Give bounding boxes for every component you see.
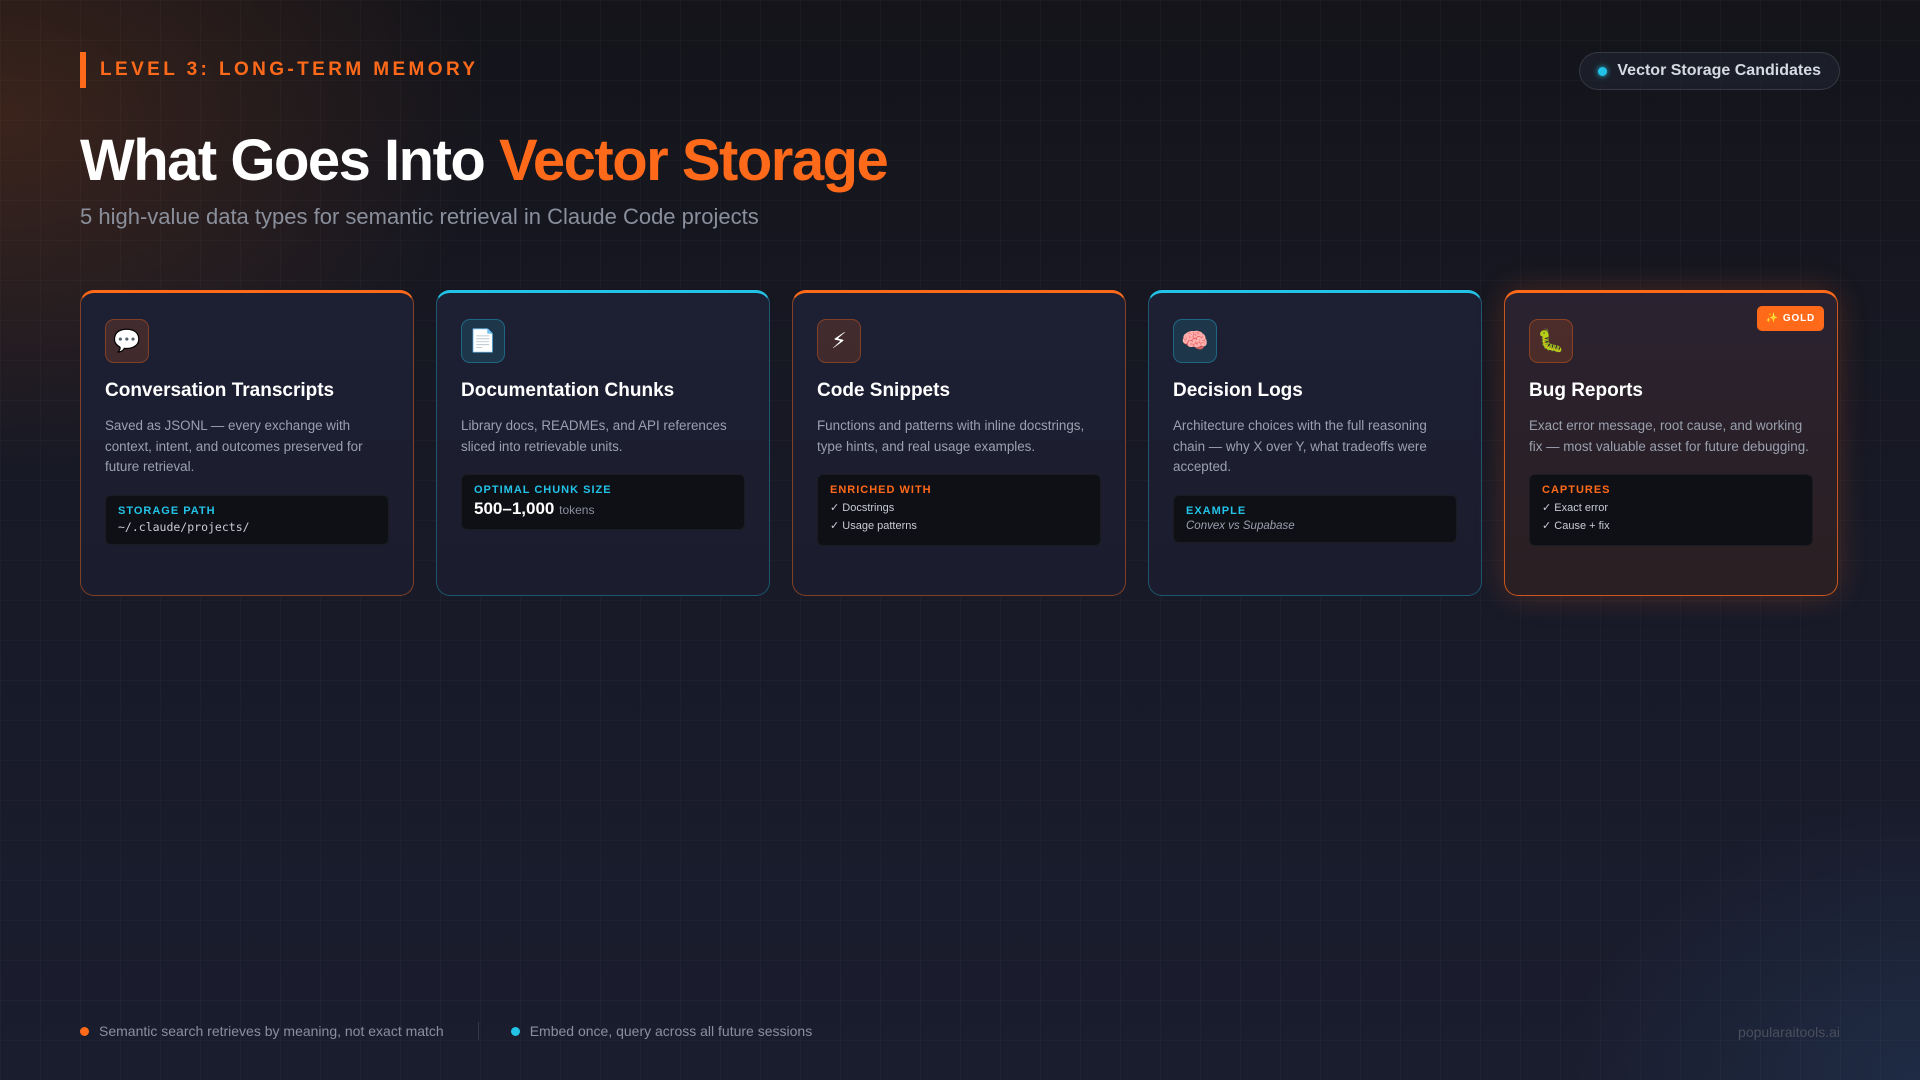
- info-label: STORAGE PATH: [118, 504, 216, 517]
- info-box: STORAGE PATH ~/.claude/projects/: [105, 494, 389, 545]
- page-subtitle: 5 high-value data types for semantic ret…: [80, 204, 759, 229]
- brain-icon: 🧠: [1173, 319, 1217, 363]
- bug-icon: 🐛: [1529, 319, 1573, 363]
- card-title: Bug Reports: [1529, 380, 1643, 401]
- gold-badge: ✨ GOLD: [1756, 306, 1824, 331]
- info-label: CAPTURES: [1542, 484, 1611, 497]
- card-title: Conversation Transcripts: [105, 380, 335, 401]
- chunk-size-number: 500–1,000: [474, 499, 555, 519]
- footer-text: Semantic search retrieves by meaning, no…: [99, 1023, 444, 1039]
- cyan-dot-icon: [510, 1026, 520, 1036]
- storage-path-value: ~/.claude/projects/: [118, 519, 250, 534]
- card-code-snippets: ⚡ Code Snippets Functions and patterns w…: [792, 290, 1126, 596]
- card-title: Documentation Chunks: [461, 380, 675, 401]
- card-row: 💬 Conversation Transcripts Saved as JSON…: [80, 290, 1838, 596]
- info-list: ✓ Exact error ✓ Cause + fix: [1542, 499, 1800, 535]
- brand-watermark: popularaitools.ai: [1738, 1024, 1840, 1040]
- footer-divider: [477, 1022, 479, 1040]
- example-value: Convex vs Supabase: [1186, 519, 1295, 532]
- title-accent: Vector Storage: [498, 128, 889, 193]
- card-documentation-chunks: 📄 Documentation Chunks Library docs, REA…: [436, 290, 770, 596]
- info-label: ENRICHED WITH: [830, 484, 932, 497]
- card-description: Architecture choices with the full reaso…: [1173, 418, 1427, 475]
- pill-label: Vector Storage Candidates: [1617, 62, 1821, 79]
- info-box: OPTIMAL CHUNK SIZE 500–1,000 tokens: [461, 474, 745, 531]
- footer-text: Embed once, query across all future sess…: [529, 1023, 813, 1039]
- card-conversation-transcripts: 💬 Conversation Transcripts Saved as JSON…: [80, 290, 414, 596]
- level-label: LEVEL 3: LONG-TERM MEMORY: [80, 52, 478, 88]
- list-item: ✓ Docstrings: [830, 502, 895, 515]
- chunk-size-unit: tokens: [559, 503, 595, 518]
- vector-storage-pill: Vector Storage Candidates: [1579, 52, 1840, 90]
- badge-label: GOLD: [1782, 313, 1815, 324]
- card-description: Library docs, READMEs, and API reference…: [461, 418, 727, 454]
- info-list: ✓ Docstrings ✓ Usage patterns: [830, 499, 1088, 535]
- card-description: Exact error message, root cause, and wor…: [1529, 418, 1809, 454]
- card-decision-logs: 🧠 Decision Logs Architecture choices wit…: [1148, 290, 1482, 596]
- info-box: ENRICHED WITH ✓ Docstrings ✓ Usage patte…: [817, 474, 1101, 547]
- document-icon: 📄: [461, 319, 505, 363]
- card-bug-reports: ✨ GOLD 🐛 Bug Reports Exact error message…: [1504, 290, 1838, 596]
- footer: Semantic search retrieves by meaning, no…: [80, 1022, 812, 1040]
- lightning-icon: ⚡: [817, 319, 861, 363]
- card-description: Functions and patterns with inline docst…: [817, 418, 1085, 454]
- sparkle-icon: ✨: [1765, 313, 1779, 324]
- card-title: Decision Logs: [1173, 380, 1303, 401]
- orange-dot-icon: [80, 1026, 89, 1036]
- chunk-size-value: 500–1,000 tokens: [474, 499, 732, 519]
- speech-bubble-icon: 💬: [105, 319, 149, 363]
- card-title: Code Snippets: [817, 380, 951, 401]
- list-item: ✓ Usage patterns: [830, 520, 917, 533]
- title-main: What Goes Into: [80, 128, 499, 193]
- info-box: EXAMPLE Convex vs Supabase: [1173, 494, 1457, 543]
- page-title: What Goes Into Vector Storage: [80, 126, 889, 196]
- footer-item-embed: Embed once, query across all future sess…: [510, 1023, 813, 1039]
- card-description: Saved as JSONL — every exchange with con…: [105, 418, 363, 475]
- info-label: OPTIMAL CHUNK SIZE: [474, 484, 612, 497]
- list-item: ✓ Exact error: [1542, 502, 1609, 515]
- info-label: EXAMPLE: [1186, 504, 1247, 517]
- footer-item-semantic: Semantic search retrieves by meaning, no…: [80, 1023, 444, 1039]
- status-dot-icon: [1598, 66, 1608, 76]
- list-item: ✓ Cause + fix: [1542, 520, 1610, 533]
- info-box: CAPTURES ✓ Exact error ✓ Cause + fix: [1529, 474, 1813, 547]
